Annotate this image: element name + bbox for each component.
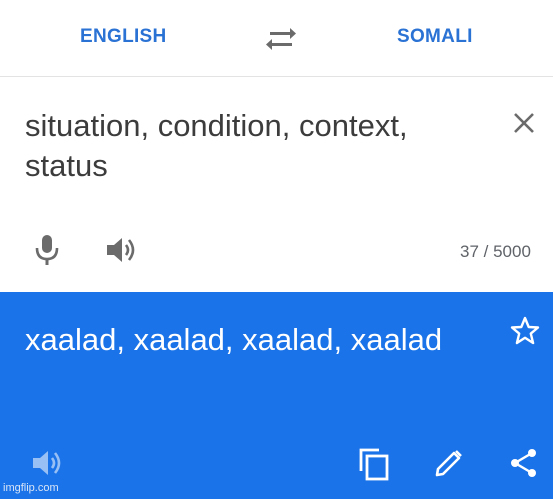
share-icon[interactable]: [509, 448, 539, 478]
translated-text: xaalad, xaalad, xaalad, xaalad: [25, 322, 443, 357]
copy-icon[interactable]: [358, 447, 390, 481]
language-bar: ENGLISH SOMALI: [0, 0, 553, 77]
source-input-area[interactable]: situation, condition, context, status 37…: [0, 77, 553, 292]
speaker-icon[interactable]: [106, 236, 138, 264]
watermark: imgflip.com: [3, 482, 59, 494]
translation-output-area: xaalad, xaalad, xaalad, xaalad: [0, 292, 553, 499]
star-icon[interactable]: [510, 316, 540, 346]
character-count: 37 / 5000: [460, 242, 531, 261]
target-language-button[interactable]: SOMALI: [397, 26, 473, 48]
speaker-icon[interactable]: [32, 449, 64, 477]
microphone-icon[interactable]: [34, 234, 60, 266]
source-language-button[interactable]: ENGLISH: [80, 26, 167, 48]
close-icon[interactable]: [512, 111, 536, 135]
swap-languages-icon[interactable]: [266, 27, 296, 51]
pencil-icon[interactable]: [434, 448, 464, 478]
source-text[interactable]: situation, condition, context, status: [25, 106, 465, 186]
